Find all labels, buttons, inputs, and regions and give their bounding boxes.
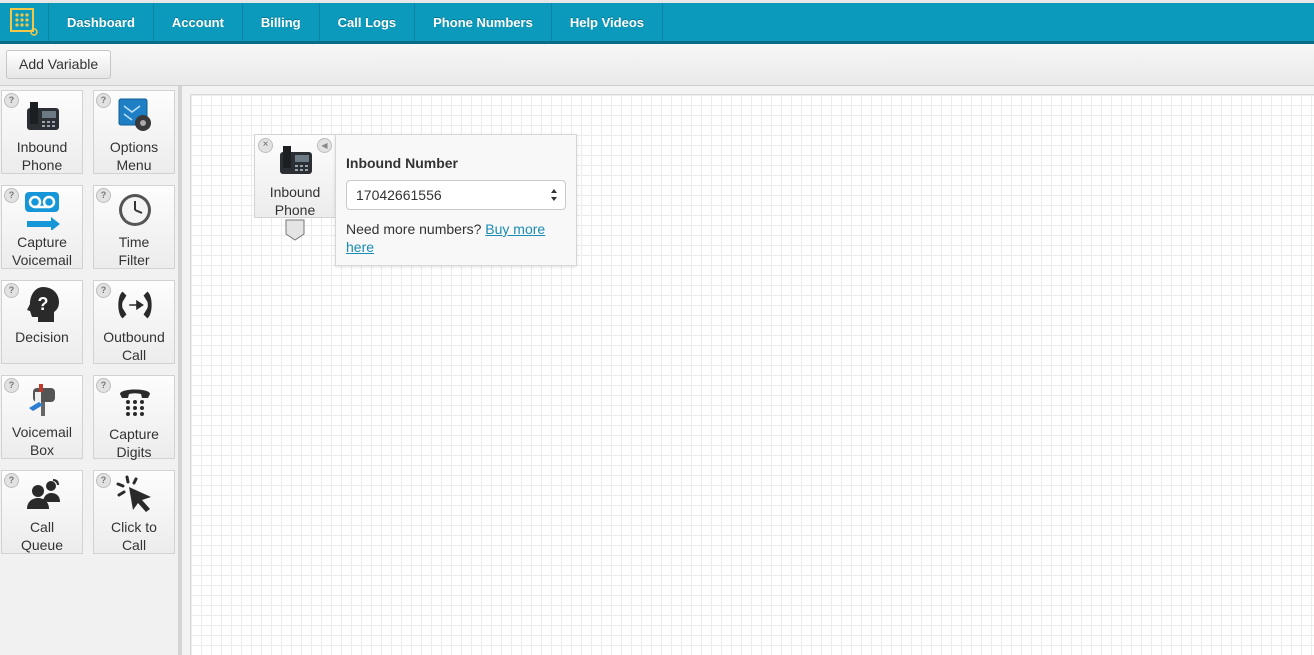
tool-label-line1: Voicemail bbox=[12, 424, 72, 440]
inbound-number-select[interactable]: 17042661556 bbox=[346, 180, 566, 210]
tool-capture-digits[interactable]: ? Capture Digits bbox=[93, 375, 175, 460]
desk-phone-icon bbox=[276, 139, 316, 179]
tool-label-line2: Phone bbox=[21, 157, 63, 173]
nav-billing[interactable]: Billing bbox=[243, 3, 320, 41]
top-nav: Dashboard Account Billing Call Logs Phon… bbox=[0, 0, 1314, 44]
tool-label-line1: Capture bbox=[17, 234, 67, 250]
help-icon[interactable]: ? bbox=[4, 473, 19, 488]
tool-label-line1: Time bbox=[118, 234, 150, 250]
add-variable-button[interactable]: Add Variable bbox=[6, 50, 112, 79]
node-label-line2: Phone bbox=[274, 202, 316, 218]
help-icon[interactable]: ? bbox=[96, 378, 111, 393]
tool-inbound-phone[interactable]: ? Inbound Phone bbox=[1, 90, 83, 174]
tool-click-to-call[interactable]: ? Click to Call bbox=[93, 470, 175, 554]
help-icon[interactable]: ? bbox=[4, 283, 19, 298]
tool-time-filter[interactable]: ? Time Filter bbox=[93, 185, 175, 269]
selected-number: 17042661556 bbox=[356, 187, 442, 203]
question-head-icon: ? bbox=[23, 285, 63, 325]
tool-label-line1: Click to bbox=[111, 519, 157, 535]
tool-capture-voicemail[interactable]: ? Capture Voicemail bbox=[1, 185, 83, 269]
tool-label-line1: Inbound bbox=[16, 139, 68, 155]
panel-title: Inbound Number bbox=[346, 155, 458, 171]
tool-call-queue[interactable]: ? Call Queue bbox=[1, 470, 83, 554]
tool-voicemail-box[interactable]: ? Voicemail Box bbox=[1, 375, 83, 459]
tool-label-line2: Menu bbox=[116, 157, 152, 173]
more-numbers-text: Need more numbers? bbox=[346, 221, 482, 237]
help-icon[interactable]: ? bbox=[4, 188, 19, 203]
keypad-phone-icon bbox=[115, 380, 155, 420]
tool-label-line2: Voicemail bbox=[12, 252, 72, 268]
tool-label-line1: Capture bbox=[109, 426, 159, 442]
tool-label-line2: Filter bbox=[118, 252, 150, 268]
tool-label-line2: Call bbox=[121, 347, 147, 363]
tool-outbound-call[interactable]: ? Outbound Call bbox=[93, 280, 175, 364]
help-icon[interactable]: ? bbox=[96, 93, 111, 108]
toolbar: Add Variable bbox=[0, 44, 1314, 86]
tool-label-line2: Queue bbox=[20, 537, 64, 553]
close-icon[interactable]: × bbox=[258, 138, 273, 153]
nav-account[interactable]: Account bbox=[154, 3, 243, 41]
output-connector-icon[interactable] bbox=[285, 219, 305, 241]
tool-label-line1: Options bbox=[109, 139, 159, 155]
options-menu-icon bbox=[115, 95, 155, 135]
desk-phone-icon bbox=[23, 95, 63, 135]
click-cursor-icon bbox=[115, 475, 155, 515]
flow-node-inbound-phone[interactable]: × ◀ Inbound Phone bbox=[254, 134, 336, 218]
help-icon[interactable]: ? bbox=[4, 378, 19, 393]
tool-label-line1: Call bbox=[29, 519, 55, 535]
nav-dashboard[interactable]: Dashboard bbox=[49, 3, 154, 41]
tool-label-line1: Decision bbox=[15, 329, 69, 345]
tool-options-menu[interactable]: ? Options Menu bbox=[93, 90, 175, 174]
help-icon[interactable]: ? bbox=[96, 283, 111, 298]
clock-icon bbox=[115, 190, 155, 230]
buy-more-text: Need more numbers? Buy more here bbox=[346, 220, 566, 256]
outbound-call-icon bbox=[115, 285, 155, 325]
nav-phone-numbers[interactable]: Phone Numbers bbox=[415, 3, 552, 41]
collapse-icon[interactable]: ◀ bbox=[317, 138, 332, 153]
node-label-line1: Inbound bbox=[269, 184, 321, 200]
tool-decision[interactable]: ? ? Decision bbox=[1, 280, 83, 364]
voicemail-box-icon bbox=[23, 380, 63, 420]
call-queue-icon bbox=[23, 475, 63, 515]
voicemail-icon bbox=[23, 190, 63, 230]
tool-label-line1: Outbound bbox=[103, 329, 165, 345]
select-arrows-icon bbox=[551, 189, 557, 201]
tool-label-line2: Digits bbox=[116, 444, 152, 460]
help-icon[interactable]: ? bbox=[4, 93, 19, 108]
tool-label-line2: Call bbox=[121, 537, 147, 553]
tool-palette: ? Inbound Phone ? Options Menu ? Capture… bbox=[0, 86, 182, 655]
tool-label-line2: Box bbox=[29, 442, 55, 458]
node-settings-panel: Inbound Number 17042661556 Need more num… bbox=[335, 134, 577, 266]
grid-logo-icon bbox=[10, 8, 38, 36]
help-icon[interactable]: ? bbox=[96, 188, 111, 203]
nav-call-logs[interactable]: Call Logs bbox=[320, 3, 416, 41]
help-icon[interactable]: ? bbox=[96, 473, 111, 488]
logo[interactable] bbox=[0, 3, 49, 41]
svg-text:?: ? bbox=[38, 294, 49, 314]
nav-help-videos[interactable]: Help Videos bbox=[552, 3, 664, 41]
